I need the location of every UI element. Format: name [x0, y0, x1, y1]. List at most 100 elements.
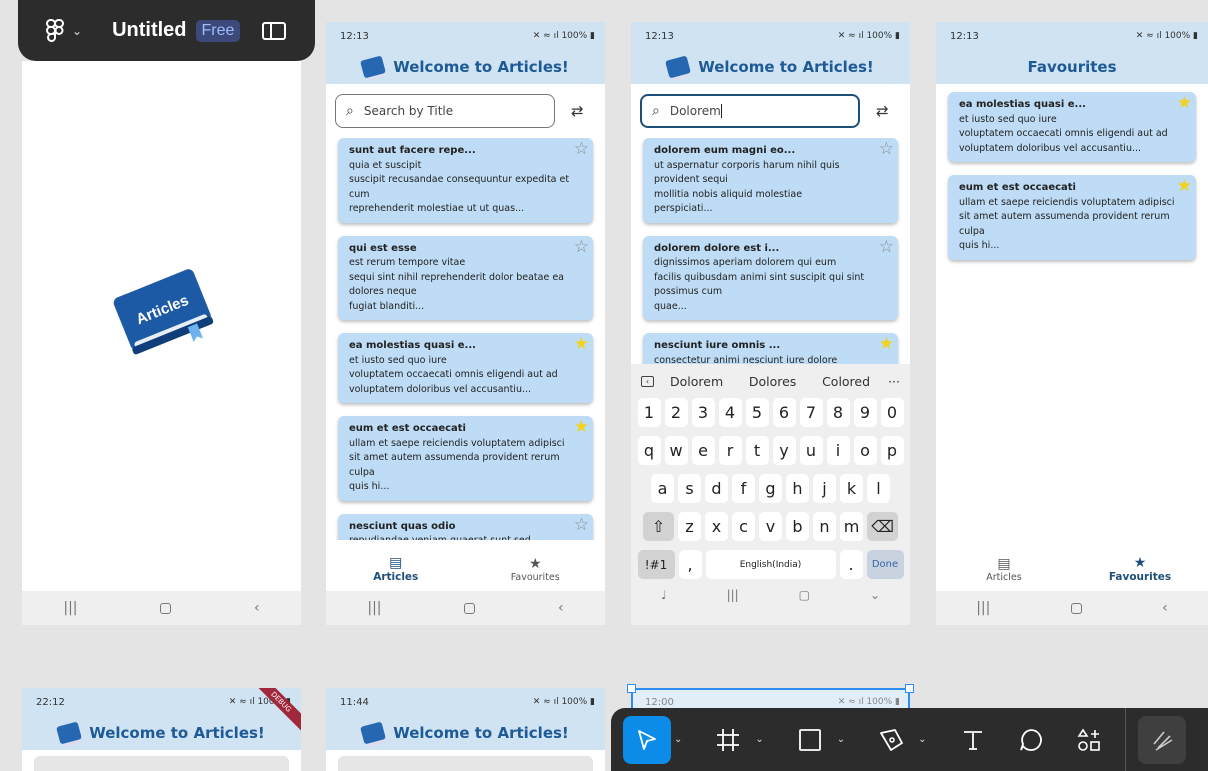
toggle-sidebar-icon[interactable] [262, 21, 287, 40]
key-p[interactable]: p [880, 436, 904, 465]
nav-item-articles[interactable]: ▤ Articles [326, 547, 466, 591]
more-icon[interactable]: ··· [888, 374, 900, 389]
period-key[interactable]: . [839, 550, 863, 579]
recent-apps-icon[interactable]: ||| [367, 600, 381, 616]
star-outline-icon[interactable]: ☆ [879, 140, 894, 158]
recent-apps-icon[interactable]: ||| [727, 588, 739, 602]
pen-icon[interactable] [867, 716, 915, 764]
key-1[interactable]: 1 [637, 398, 661, 427]
actions-icon[interactable] [1065, 716, 1113, 764]
article-card[interactable]: dolorem eum magni eo... ut aspernatur cor… [643, 138, 898, 223]
nav-item-articles[interactable]: ▤ Articles [936, 547, 1072, 591]
key-o[interactable]: o [853, 436, 877, 465]
chevron-down-icon[interactable]: ⌄ [918, 734, 926, 745]
key-l[interactable]: l [867, 474, 890, 503]
home-icon[interactable] [160, 602, 172, 614]
home-icon[interactable] [464, 602, 476, 614]
chevron-down-icon[interactable]: ⌄ [837, 734, 845, 745]
star-outline-icon[interactable]: ☆ [574, 140, 589, 158]
frame-icon[interactable] [704, 716, 752, 764]
shape-tool[interactable]: ⌄ [786, 716, 845, 764]
back-icon[interactable]: ‹ [254, 600, 260, 616]
star-filled-icon[interactable]: ★ [1177, 94, 1192, 112]
key-r[interactable]: r [718, 436, 742, 465]
search-frame[interactable]: 12:13 ✕ ≈ ıl 100% ▮ Welcome to Articles!… [631, 22, 910, 625]
key-t[interactable]: t [745, 436, 769, 465]
key-m[interactable]: m [840, 512, 863, 541]
key-z[interactable]: z [678, 512, 701, 541]
splash-frame[interactable]: Articles ||| ‹ [22, 61, 301, 625]
star-filled-icon[interactable]: ★ [574, 335, 589, 353]
star-filled-icon[interactable]: ★ [1177, 177, 1192, 195]
figma-logo-icon[interactable] [44, 18, 66, 44]
star-outline-icon[interactable]: ☆ [574, 516, 589, 534]
key-f[interactable]: f [732, 474, 755, 503]
key-q[interactable]: q [637, 436, 661, 465]
figma-file-menu[interactable]: ⌄ Untitled Free [18, 0, 315, 61]
actions-tool[interactable] [1065, 716, 1113, 764]
article-card[interactable]: nesciunt quas odio repudiandae veniam qua… [338, 513, 593, 540]
favourites-list[interactable]: ea molestias quasi e... et iusto sed quo … [936, 92, 1208, 260]
key-v[interactable]: v [759, 512, 782, 541]
star-outline-icon[interactable]: ☆ [879, 238, 894, 256]
text-icon[interactable] [949, 716, 997, 764]
debug-frame[interactable]: 22:12 ✕ ≈ ıl 100% ▮ DEBUG Welcome to Art… [22, 688, 301, 771]
key-a[interactable]: a [651, 474, 674, 503]
frame-tool[interactable]: ⌄ [704, 716, 764, 764]
suggestion-1[interactable]: Dolorem [670, 374, 723, 389]
loading-frame[interactable]: 11:44 ✕ ≈ ıl 100% ▮ Welcome to Articles! [326, 688, 605, 771]
article-list[interactable]: sunt aut facere repe... quia et suscipit … [326, 138, 605, 540]
hide-keyboard-icon[interactable]: ⌄ [870, 588, 880, 602]
chevron-down-icon[interactable]: ⌄ [72, 24, 82, 38]
chevron-down-icon[interactable]: ⌄ [755, 734, 763, 745]
key-7[interactable]: 7 [799, 398, 823, 427]
key-3[interactable]: 3 [691, 398, 715, 427]
key-5[interactable]: 5 [745, 398, 769, 427]
backspace-key[interactable]: ⌫ [867, 512, 898, 541]
recent-apps-icon[interactable]: ||| [976, 600, 990, 616]
key-g[interactable]: g [759, 474, 782, 503]
text-tool[interactable] [949, 716, 997, 764]
key-0[interactable]: 0 [880, 398, 904, 427]
key-2[interactable]: 2 [664, 398, 688, 427]
draw-mode-button[interactable] [1137, 715, 1186, 764]
home-frame[interactable]: 12:13 ✕ ≈ ıl 100% ▮ Welcome to Articles!… [326, 22, 605, 625]
key-e[interactable]: e [691, 436, 715, 465]
key-h[interactable]: h [786, 474, 809, 503]
file-title[interactable]: Untitled [112, 19, 186, 42]
key-w[interactable]: w [664, 436, 688, 465]
key-c[interactable]: c [732, 512, 755, 541]
sort-toggle-icon[interactable]: ⇄ [876, 102, 889, 120]
article-card[interactable]: eum et est occaecati ullam et saepe reici… [338, 416, 593, 501]
key-u[interactable]: u [799, 436, 823, 465]
nav-item-favourites[interactable]: ★ Favourites [1072, 547, 1208, 591]
key-d[interactable]: d [705, 474, 728, 503]
resize-handle[interactable] [627, 684, 636, 693]
key-y[interactable]: y [772, 436, 796, 465]
key-n[interactable]: n [813, 512, 836, 541]
star-outline-icon[interactable]: ☆ [574, 238, 589, 256]
key-s[interactable]: s [678, 474, 701, 503]
comment-tool[interactable] [1007, 716, 1055, 764]
soft-keyboard[interactable]: ‹ Dolorem Dolores Colored ··· 1234567890… [631, 364, 910, 625]
home-icon[interactable]: ▢ [799, 588, 810, 602]
done-key[interactable]: Done [866, 550, 904, 579]
suggestion-2[interactable]: Dolores [749, 374, 796, 389]
key-8[interactable]: 8 [826, 398, 850, 427]
plan-badge[interactable]: Free [195, 19, 241, 42]
suggestion-3[interactable]: Colored [822, 374, 870, 389]
mic-icon[interactable]: ♩ [661, 588, 667, 602]
article-card[interactable]: ea molestias quasi e... et iusto sed quo … [338, 333, 593, 403]
nav-item-favourites[interactable]: ★ Favourites [466, 547, 606, 591]
search-input[interactable]: ⌕ Search by Title [335, 94, 555, 128]
back-icon[interactable]: ‹ [1162, 600, 1168, 616]
resize-handle[interactable] [905, 684, 914, 693]
article-card[interactable]: sunt aut facere repe... quia et suscipit … [338, 138, 593, 223]
symbols-key[interactable]: !#1 [637, 550, 675, 579]
key-4[interactable]: 4 [718, 398, 742, 427]
article-card[interactable]: qui est esse est rerum tempore vitae sequ… [338, 235, 593, 320]
article-list[interactable]: dolorem eum magni eo... ut aspernatur cor… [631, 138, 910, 400]
key-j[interactable]: j [813, 474, 836, 503]
collapse-icon[interactable]: ‹ [641, 375, 654, 387]
key-i[interactable]: i [826, 436, 850, 465]
